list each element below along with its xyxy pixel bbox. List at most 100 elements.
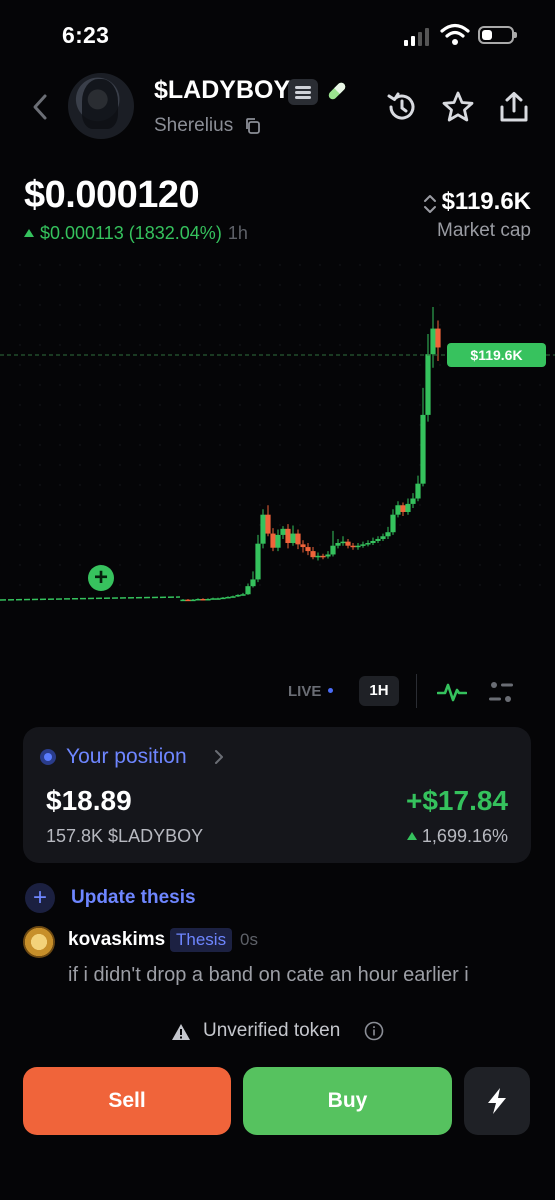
update-thesis-button[interactable]: Update thesis [71,887,196,909]
candle [335,538,341,549]
chevron-right-icon[interactable] [214,748,224,766]
buy-marker-icon[interactable]: + [88,565,114,591]
quick-buy-button[interactable] [464,1067,530,1135]
comment-username[interactable]: kovaskims [68,929,165,951]
candle [220,596,226,600]
price-chart[interactable] [0,245,555,665]
position-pnl-percent: 1,699.16% [406,826,508,847]
comment-avatar[interactable] [23,926,55,958]
comment-text: if i didn't drop a band on cate an hour … [68,964,469,986]
plus-circle-icon[interactable]: + [25,883,55,913]
candle [330,530,336,557]
settings-sliders-icon[interactable] [487,678,515,706]
sort-icon[interactable] [423,193,437,215]
candle [345,538,351,549]
candle [210,597,216,600]
candle [320,553,326,560]
menu-lines-icon[interactable] [288,79,318,105]
live-label[interactable]: LIVE [288,683,321,700]
controls-divider [416,674,417,708]
live-dot-icon [328,688,333,693]
history-icon[interactable] [385,90,419,124]
market-cap-label: Market cap [437,220,531,241]
position-pnl: +$17.84 [406,785,508,816]
price-change: $0.000113 (1832.04%) 1h [24,223,248,244]
candle [230,595,236,598]
candle [305,543,311,556]
candle [195,598,201,601]
back-chevron-icon[interactable] [30,92,50,122]
market-cap-value[interactable]: $119.6K [442,188,531,216]
thesis-badge: Thesis [170,928,233,952]
candle [245,583,251,595]
candle [415,475,421,502]
candle [300,540,306,553]
up-arrow-icon [24,229,34,237]
candle [425,333,431,422]
pill-icon [328,82,346,100]
info-icon[interactable] [364,1021,384,1041]
candle [240,592,246,596]
wifi-icon [440,23,470,45]
candle [285,524,291,549]
warning-icon [172,1024,190,1040]
token-avatar [68,73,134,139]
candle [405,498,411,515]
price-change-period: 1h [227,223,248,243]
buy-button[interactable]: Buy [243,1067,452,1135]
position-dot-icon [40,749,56,765]
candle [390,509,396,535]
status-time: 6:23 [62,22,110,48]
candle [420,387,426,487]
position-amount: 157.8K $LADYBOY [46,826,204,846]
sell-button[interactable]: Sell [23,1067,231,1135]
candle [290,525,296,546]
candle [235,594,241,597]
candle [250,571,256,588]
candle [295,529,301,550]
candle [385,526,391,539]
copy-icon[interactable] [244,117,262,135]
candle [200,598,206,601]
candle [310,547,316,560]
comment-fade [0,985,555,1007]
pre-launch-line [0,596,181,601]
candle [430,307,436,368]
candle [185,598,191,602]
unverified-token-label: Unverified token [203,1020,341,1041]
position-title[interactable]: Your position [66,745,187,769]
candle [400,502,406,517]
candle [395,501,401,518]
creator-name[interactable]: Sherelius [154,115,233,137]
price-change-value: $0.000113 (1832.04%) [40,223,222,243]
position-value: $18.89 [46,785,132,816]
candle [350,543,356,550]
comment-time: 0s [240,930,258,949]
candle [215,597,221,600]
current-market-cap-tag: $119.6K [447,343,546,367]
candle [380,533,386,541]
candle [190,598,196,602]
token-ticker: $LADYBOY [154,76,291,104]
star-icon[interactable] [441,90,475,124]
candle [280,526,286,539]
cellular-signal-icon [404,28,429,46]
bolt-icon [488,1088,506,1114]
candle [275,529,281,552]
candle [370,537,376,546]
candle [315,552,321,561]
candle [265,505,271,537]
candle [180,598,186,602]
candle [225,596,231,599]
candle [205,598,211,601]
timeframe-button[interactable]: 1H [359,676,399,706]
candle [360,541,366,548]
candle [260,509,266,549]
candle [410,493,416,508]
position-pnl-percent-value: 1,699.16% [421,826,508,846]
candle [355,543,361,550]
share-icon[interactable] [497,90,531,124]
candle [255,534,261,583]
pulse-icon[interactable] [437,679,467,705]
token-price: $0.000120 [24,174,200,216]
